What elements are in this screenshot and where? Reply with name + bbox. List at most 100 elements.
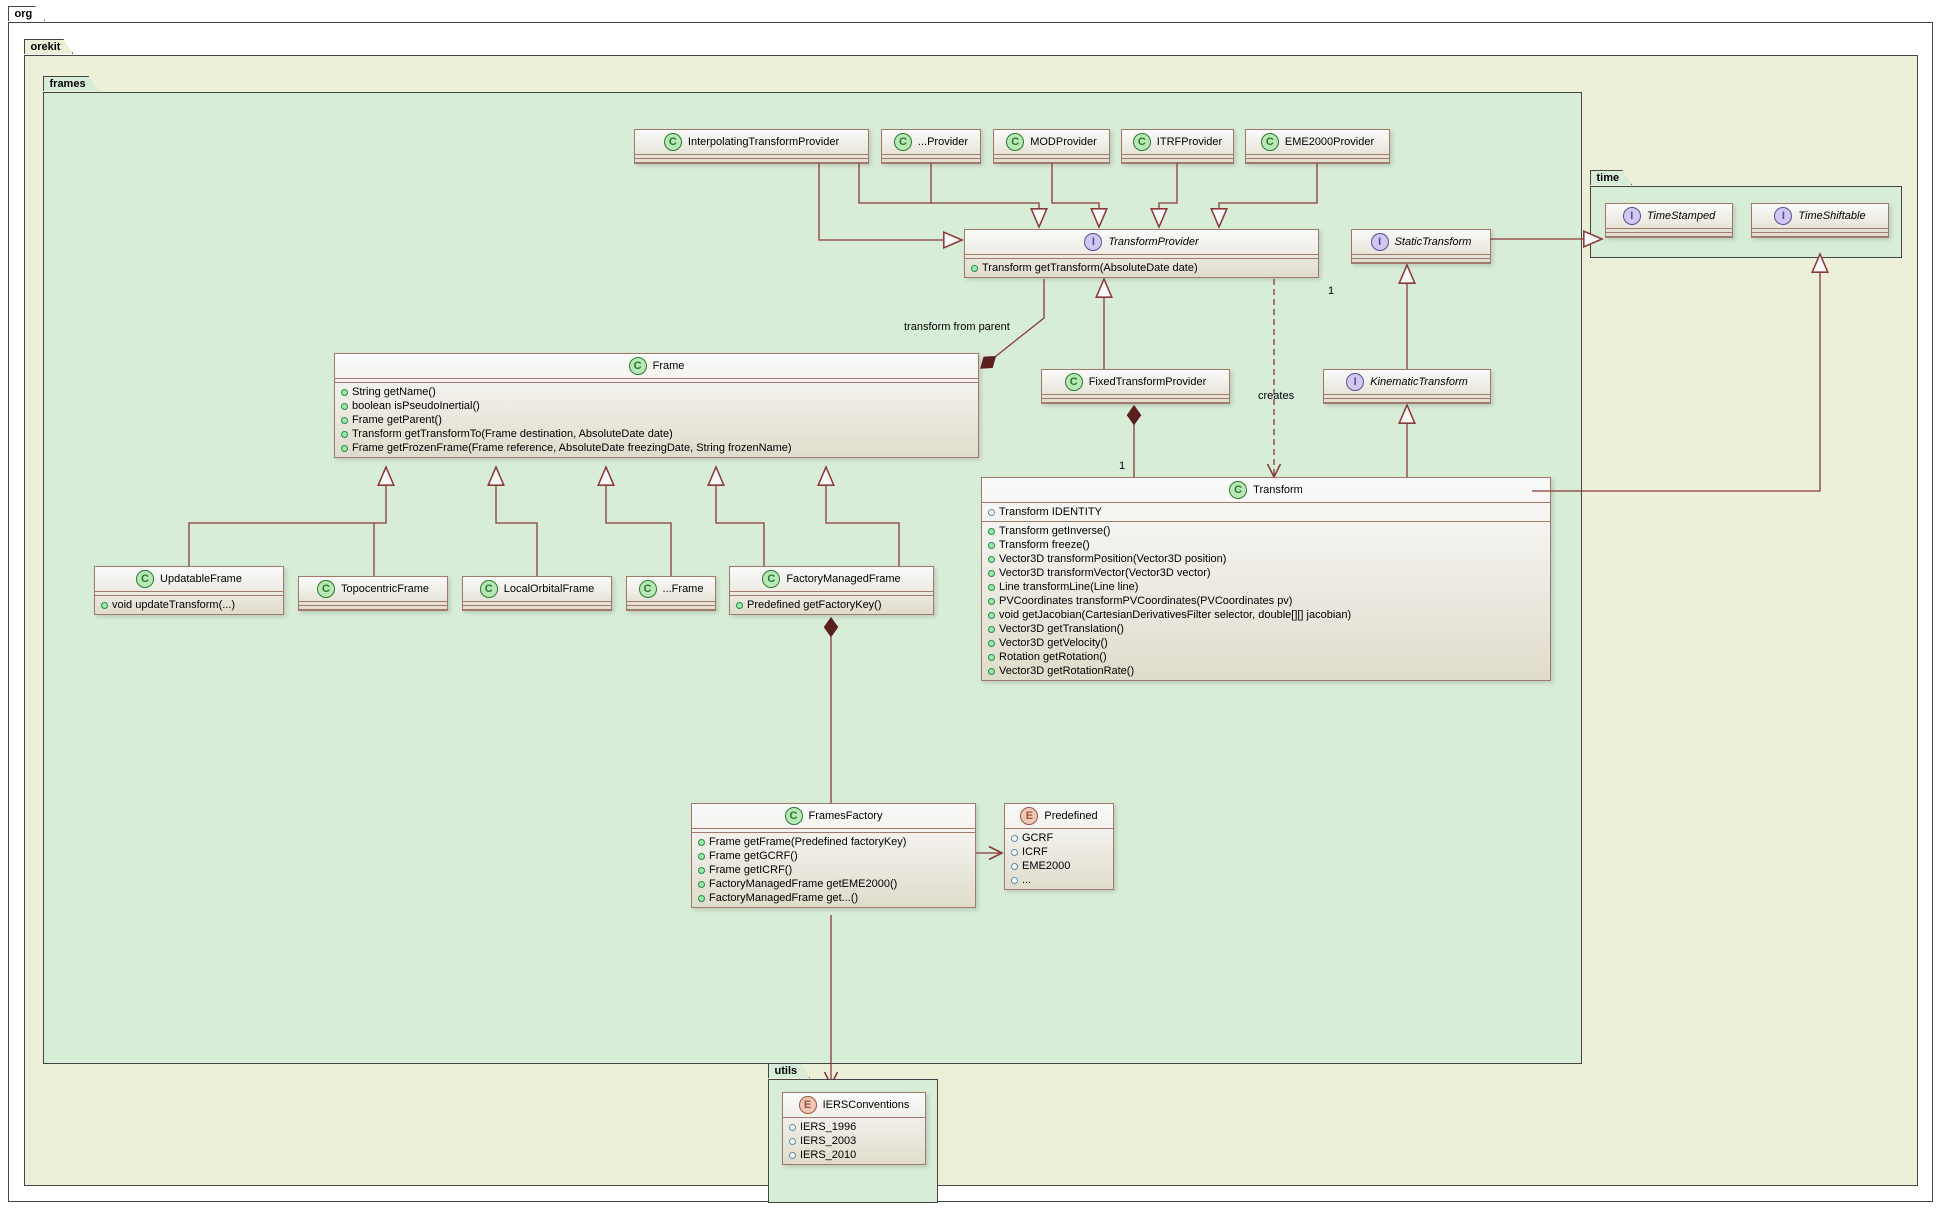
class-updatable-frame: C UpdatableFrame void updateTransform(...… — [94, 566, 284, 615]
class-icon: C — [1006, 133, 1024, 151]
method: FactoryManagedFrame get...() — [709, 892, 858, 904]
enum-value: GCRF — [1022, 832, 1053, 844]
class-name: FramesFactory — [809, 810, 883, 822]
class-name: MODProvider — [1030, 136, 1097, 148]
enum-value: IERS_2003 — [800, 1135, 856, 1147]
class-icon: C — [136, 570, 154, 588]
class-name: TopocentricFrame — [341, 583, 429, 595]
class-icon: C — [1261, 133, 1279, 151]
method: boolean isPseudoInertial() — [352, 400, 480, 412]
class-mod-provider: C MODProvider — [993, 129, 1110, 164]
class-ellipsis-provider: C ...Provider — [881, 129, 981, 164]
package-org: org orekit frames CInterpolatingTransfor… — [8, 22, 1933, 1202]
method: Vector3D getTranslation() — [999, 623, 1124, 635]
interface-name: TransformProvider — [1108, 236, 1198, 248]
class-name: ...Frame — [663, 583, 704, 595]
package-orekit-tab: orekit — [24, 39, 74, 54]
class-icon: C — [1229, 481, 1247, 499]
class-name: InterpolatingTransformProvider — [688, 136, 839, 148]
class-interpolating-transform-provider: C InterpolatingTransformProvider — [634, 129, 869, 164]
class-icon: C — [894, 133, 912, 151]
method: Transform getInverse() — [999, 525, 1110, 537]
class-name: ITRFProvider — [1157, 136, 1222, 148]
enum-value: ICRF — [1022, 846, 1048, 858]
class-icon: C — [762, 570, 780, 588]
field: Transform IDENTITY — [999, 506, 1102, 518]
package-frames-tab: frames — [43, 76, 99, 91]
method: Frame getFrame(Predefined factoryKey) — [709, 836, 906, 848]
method: FactoryManagedFrame getEME2000() — [709, 878, 897, 890]
class-icon: C — [1065, 373, 1083, 391]
method: Frame getParent() — [352, 414, 442, 426]
class-itrf-provider: C ITRFProvider — [1121, 129, 1234, 164]
interface-transform-provider: I TransformProvider Transform getTransfor… — [964, 229, 1319, 278]
package-utils-tab: utils — [768, 1063, 811, 1078]
method: void updateTransform(...) — [112, 599, 235, 611]
label-creates: creates — [1258, 390, 1294, 402]
enum-predefined: E Predefined GCRF ICRF EME2000 ... — [1004, 803, 1114, 890]
enum-value: IERS_1996 — [800, 1121, 856, 1133]
interface-name: StaticTransform — [1395, 236, 1472, 248]
class-topocentric-frame: C TopocentricFrame — [298, 576, 448, 611]
method: Vector3D transformVector(Vector3D vector… — [999, 567, 1211, 579]
class-ellipsis-frame: C ...Frame — [626, 576, 716, 611]
class-name: LocalOrbitalFrame — [504, 583, 594, 595]
interface-name: TimeStamped — [1647, 210, 1715, 222]
method: String getName() — [352, 386, 436, 398]
interface-static-transform: IStaticTransform — [1351, 229, 1491, 264]
class-icon: C — [317, 580, 335, 598]
package-frames: frames CInterpolatingTransformProvider C… — [43, 92, 1582, 1064]
label-multiplicity-1: 1 — [1119, 460, 1125, 472]
class-eme2000-provider: CEME2000Provider — [1245, 129, 1390, 164]
method: Frame getGCRF() — [709, 850, 798, 862]
class-icon: C — [664, 133, 682, 151]
class-fixed-transform-provider: C FixedTransformProvider — [1041, 369, 1230, 404]
enum-icon: E — [799, 1096, 817, 1114]
method: Frame getICRF() — [709, 864, 792, 876]
package-utils: utils EIERSConventions IERS_1996 IERS_20… — [768, 1079, 938, 1203]
interface-time-shiftable: ITimeShiftable — [1751, 203, 1889, 238]
package-time-tab: time — [1590, 170, 1633, 185]
class-local-orbital-frame: CLocalOrbitalFrame — [462, 576, 612, 611]
label-multiplicity-1: 1 — [1328, 285, 1334, 297]
interface-kinematic-transform: I KinematicTransform — [1323, 369, 1491, 404]
method: Line transformLine(Line line) — [999, 581, 1138, 593]
interface-name: TimeShiftable — [1798, 210, 1865, 222]
class-name: Frame — [653, 360, 685, 372]
method: PVCoordinates transformPVCoordinates(PVC… — [999, 595, 1292, 607]
class-icon: C — [629, 357, 647, 375]
interface-name: KinematicTransform — [1370, 376, 1468, 388]
package-orekit: orekit frames CInterpolatingTransformPro… — [24, 55, 1918, 1186]
method: Rotation getRotation() — [999, 651, 1107, 663]
class-factory-managed-frame: C FactoryManagedFrame Predefined getFacto… — [729, 566, 934, 615]
enum-iers-conventions: E IERSConventions IERS_1996 IERS_2003 IER… — [782, 1092, 926, 1165]
interface-icon: I — [1084, 233, 1102, 251]
enum-name: Predefined — [1044, 810, 1097, 822]
class-transform: CTransform Transform IDENTITY Transform … — [981, 477, 1551, 681]
method: Vector3D transformPosition(Vector3D posi… — [999, 553, 1226, 565]
method: Predefined getFactoryKey() — [747, 599, 882, 611]
enum-name: IERSConventions — [823, 1099, 910, 1111]
class-frame: C Frame String getName() boolean isPseudo… — [334, 353, 979, 458]
method: Vector3D getVelocity() — [999, 637, 1108, 649]
enum-value: IERS_2010 — [800, 1149, 856, 1161]
enum-icon: E — [1020, 807, 1038, 825]
interface-icon: I — [1623, 207, 1641, 225]
class-icon: C — [785, 807, 803, 825]
class-name: FixedTransformProvider — [1089, 376, 1207, 388]
class-name: UpdatableFrame — [160, 573, 242, 585]
package-time: time ITimeStamped ITimeShiftable — [1590, 186, 1902, 258]
interface-icon: I — [1346, 373, 1364, 391]
method: Transform getTransform(AbsoluteDate date… — [982, 262, 1198, 274]
class-name: FactoryManagedFrame — [786, 573, 900, 585]
label-transform-from-parent: transform from parent — [904, 321, 1010, 333]
class-frames-factory: C FramesFactory Frame getFrame(Predefined… — [691, 803, 976, 908]
class-icon: C — [1133, 133, 1151, 151]
class-icon: C — [639, 580, 657, 598]
method: void getJacobian(CartesianDerivativesFil… — [999, 609, 1351, 621]
interface-time-stamped: I TimeStamped — [1605, 203, 1733, 238]
enum-value: EME2000 — [1022, 860, 1070, 872]
class-name: ...Provider — [918, 136, 968, 148]
method: Vector3D getRotationRate() — [999, 665, 1134, 677]
enum-value: ... — [1022, 874, 1031, 886]
